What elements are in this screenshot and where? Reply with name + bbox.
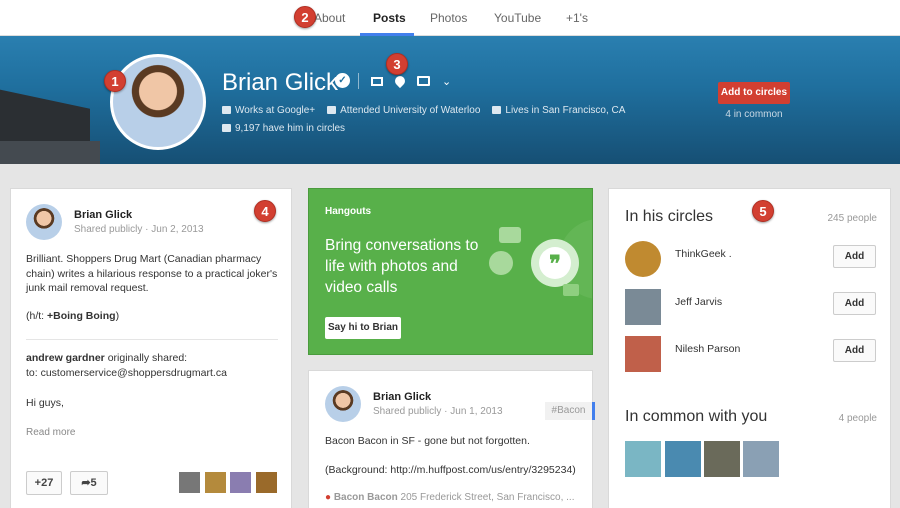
- plusoner-avatar[interactable]: [230, 472, 251, 493]
- circles-icon: [222, 124, 231, 132]
- location-icon: [492, 106, 502, 114]
- person-name[interactable]: Nilesh Parson: [675, 343, 740, 355]
- person-avatar[interactable]: [625, 289, 661, 325]
- plusoner-avatar[interactable]: [179, 472, 200, 493]
- hangouts-title: Hangouts: [325, 206, 372, 217]
- in-common-title[interactable]: In common with you: [625, 408, 767, 426]
- share-button[interactable]: ➦5: [70, 471, 108, 495]
- plusoner-avatar[interactable]: [256, 472, 277, 493]
- circles-card: In his circles 245 people ThinkGeek . Ad…: [608, 188, 891, 508]
- profile-actions: ⌄: [358, 73, 451, 89]
- cover-desk-base: [0, 141, 100, 164]
- hat-tip-prefix: (h/t:: [26, 310, 48, 322]
- say-hi-button[interactable]: Say hi to Brian: [325, 317, 401, 339]
- tab-photos[interactable]: Photos: [430, 11, 467, 25]
- common-person-avatar[interactable]: [704, 441, 740, 477]
- post-card: Brian Glick Shared publicly · Jun 2, 201…: [10, 188, 292, 508]
- circles-count[interactable]: 245 people: [809, 213, 878, 224]
- camera-icon: [563, 284, 579, 296]
- in-common-count[interactable]: 4 in common: [718, 109, 790, 120]
- circles-text: 9,197 have him in circles: [235, 123, 346, 134]
- post-background-link[interactable]: (Background: http://m.huffpost.com/us/en…: [325, 463, 587, 478]
- quote-marks-icon: ❞: [539, 247, 571, 279]
- callout-badge: 5: [752, 200, 774, 222]
- hangouts-promo-text: Bring conversations to life with photos …: [325, 237, 479, 296]
- tab-youtube[interactable]: YouTube: [494, 11, 541, 25]
- hangouts-card: Hangouts Bring conversations to life wit…: [308, 188, 593, 355]
- callout-badge: 4: [254, 200, 276, 222]
- common-count[interactable]: 4 people: [809, 413, 877, 424]
- common-person-avatar[interactable]: [743, 441, 779, 477]
- common-person-avatar[interactable]: [625, 441, 661, 477]
- location-info: Lives in San Francisco, CA: [492, 105, 625, 116]
- post-visibility-date: Shared publicly · Jun 2, 2013: [74, 224, 204, 235]
- location-pin-icon: ●: [325, 492, 332, 503]
- author-avatar[interactable]: [26, 204, 62, 240]
- post-body: Bacon Bacon in SF - gone but not forgott…: [325, 435, 530, 447]
- school-info: Attended University of Waterloo: [327, 105, 480, 116]
- callout-badge: 1: [104, 70, 126, 92]
- person-name[interactable]: Jeff Jarvis: [675, 296, 722, 308]
- person-avatar[interactable]: [625, 336, 661, 372]
- plusoner-avatar[interactable]: [205, 472, 226, 493]
- location-pin-icon[interactable]: [392, 73, 408, 89]
- graduation-cap-icon: [327, 106, 337, 114]
- post-body: Brilliant. Shoppers Drug Mart (Canadian …: [26, 253, 278, 294]
- tab-about[interactable]: About: [314, 11, 345, 25]
- common-person-avatar[interactable]: [665, 441, 701, 477]
- reshare-to: to: customerservice@shoppersdrugmart.ca: [26, 367, 227, 379]
- place-name: Bacon Bacon: [333, 492, 398, 503]
- video-icon: [499, 227, 521, 243]
- add-person-button[interactable]: Add: [833, 292, 876, 315]
- divider: [358, 73, 359, 89]
- add-person-button[interactable]: Add: [833, 339, 876, 362]
- callout-badge: 3: [386, 53, 408, 75]
- plus-one-button[interactable]: +27: [26, 471, 62, 495]
- post-hat-tip: (h/t: +Boing Boing): [26, 309, 281, 324]
- chevron-down-icon[interactable]: ⌄: [442, 75, 451, 88]
- verified-icon: ✓: [335, 73, 350, 88]
- callout-badge: 2: [294, 6, 316, 28]
- circles-count-row: 9,197 have him in circles: [222, 123, 345, 134]
- post-location[interactable]: ● Bacon Bacon 205 Frederick Street, San …: [325, 491, 587, 506]
- circles-info: 9,197 have him in circles: [222, 123, 345, 134]
- person-avatar[interactable]: [625, 241, 661, 277]
- briefcase-icon: [222, 106, 231, 114]
- author-avatar[interactable]: [325, 386, 361, 422]
- reshare-author[interactable]: andrew gardner: [26, 352, 105, 364]
- in-his-circles-title[interactable]: In his circles: [625, 208, 713, 226]
- hat-tip-link[interactable]: +Boing Boing: [47, 310, 116, 322]
- place-address: 205 Frederick Street, San Francisco, ...: [397, 492, 575, 503]
- profile-name: Brian Glick: [222, 69, 339, 96]
- reshare-line: andrew gardner originally shared:: [26, 351, 281, 366]
- person-name[interactable]: ThinkGeek .: [675, 248, 732, 260]
- share-arrow-icon: ➦: [81, 477, 91, 489]
- tab-posts[interactable]: Posts: [373, 11, 406, 25]
- work-text: Works at Google+: [235, 105, 316, 116]
- add-person-button[interactable]: Add: [833, 245, 876, 268]
- profile-meta-row: Works at Google+ Attended University of …: [222, 105, 625, 116]
- divider: [26, 339, 278, 340]
- read-more-link[interactable]: Read more: [26, 426, 75, 441]
- post-card: Brian Glick Shared publicly · Jun 1, 201…: [308, 370, 595, 508]
- profile-avatar[interactable]: [110, 54, 206, 150]
- hat-tip-suffix: ): [115, 310, 120, 322]
- tab-plus-ones[interactable]: +1's: [566, 11, 588, 25]
- post-visibility-date: Shared publicly · Jun 1, 2013: [373, 406, 503, 417]
- share-count: 5: [90, 477, 97, 489]
- reshare-suffix: originally shared:: [104, 352, 188, 364]
- school-text: Attended University of Waterloo: [340, 105, 481, 116]
- location-text: Lives in San Francisco, CA: [505, 105, 626, 116]
- smiley-icon: [489, 251, 513, 275]
- chat-icon[interactable]: [417, 76, 430, 86]
- post-author[interactable]: Brian Glick: [74, 209, 132, 221]
- mail-icon[interactable]: [371, 76, 383, 86]
- work-info: Works at Google+: [222, 105, 315, 116]
- hashtag-badge[interactable]: #Bacon: [545, 402, 595, 420]
- top-nav: About Posts Photos YouTube +1's: [0, 0, 900, 36]
- reshare-greeting: Hi guys,: [26, 397, 64, 409]
- add-to-circles-button[interactable]: Add to circles: [718, 82, 790, 104]
- post-author[interactable]: Brian Glick: [373, 391, 431, 403]
